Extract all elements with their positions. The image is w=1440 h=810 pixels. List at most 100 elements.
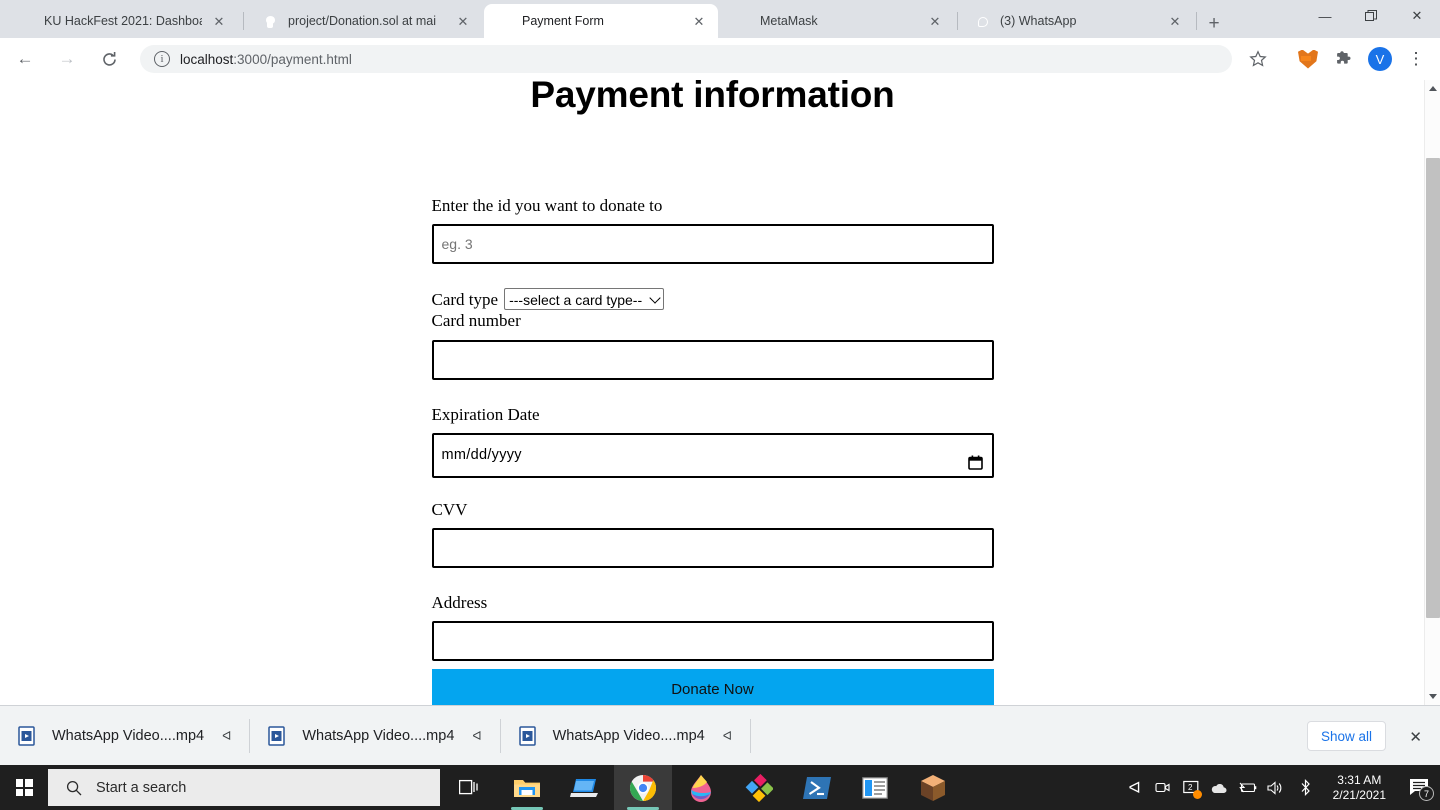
site-info-icon[interactable]: i <box>154 51 170 67</box>
minimize-button[interactable]: — <box>1302 0 1348 32</box>
taskbar-app-colorful-diamond[interactable] <box>730 765 788 810</box>
back-button[interactable]: ← <box>10 44 40 74</box>
chevron-up-icon[interactable]: ᐊ <box>222 729 231 743</box>
video-file-glyph <box>518 725 536 746</box>
taskbar-search-box[interactable]: Start a search <box>48 769 440 806</box>
tab-close-icon[interactable]: ✕ <box>1164 10 1186 32</box>
chevron-up-icon[interactable]: ᐊ <box>723 729 732 743</box>
card-number-input[interactable] <box>431 339 994 380</box>
volume-glyph <box>1267 780 1281 795</box>
cvv-input[interactable] <box>431 528 994 568</box>
address-bar[interactable]: i localhost:3000/payment.html <box>140 45 1232 73</box>
taskbar-app-google-chrome[interactable] <box>614 765 672 810</box>
close-window-button[interactable]: ✕ <box>1394 0 1440 32</box>
donate-id-input[interactable] <box>431 224 994 265</box>
calendar-icon[interactable] <box>967 455 983 470</box>
tray-chevron-up-icon[interactable]: ᐊ <box>1121 765 1149 810</box>
browser-tab-whatsapp[interactable]: (3) WhatsApp ✕ <box>962 4 1194 38</box>
chevron-up-icon[interactable]: ᐊ <box>472 729 481 743</box>
taskbar-app-file-explorer[interactable] <box>498 765 556 810</box>
system-tray: ᐊ 2 3:31 AM 2/21/2021 7 <box>1121 765 1440 810</box>
card-type-label: Card type <box>431 289 499 309</box>
screen-share-icon[interactable]: 2 <box>1177 765 1205 810</box>
tab-close-icon[interactable]: ✕ <box>688 10 710 32</box>
card-type-select-wrap[interactable]: ---select a card type-- <box>504 288 665 311</box>
url-text: localhost:3000/payment.html <box>180 52 352 67</box>
browser-tab-metamask[interactable]: MetaMask ✕ <box>722 4 954 38</box>
page-scrollbar[interactable] <box>1424 80 1440 705</box>
browser-tab-payment-form[interactable]: Payment Form ✕ <box>484 4 718 38</box>
task-view-button[interactable] <box>440 765 498 810</box>
tab-divider <box>1196 12 1197 30</box>
metamask-extension-icon[interactable] <box>1293 44 1323 74</box>
maximize-button[interactable] <box>1348 0 1394 32</box>
tab-divider <box>243 12 244 30</box>
clock-time: 3:31 AM <box>1337 772 1382 787</box>
browser-tab-github[interactable]: project/Donation.sol at mai ✕ <box>250 4 482 38</box>
whatsapp-icon <box>974 13 990 29</box>
show-all-downloads-button[interactable]: Show all <box>1306 721 1386 751</box>
tab-title: (3) WhatsApp <box>1000 14 1077 28</box>
windows-taskbar: Start a search ᐊ 2 3:31 AM 2/21/2021 7 <box>0 765 1440 810</box>
card-type-select[interactable]: ---select a card type-- <box>504 288 665 311</box>
page-viewport: Payment information Enter the id you wan… <box>0 80 1440 705</box>
taskbar-app-ganache-cube[interactable] <box>904 765 962 810</box>
powershell-icon <box>803 776 831 799</box>
file-explorer-icon <box>514 779 540 797</box>
blue-doc-icon <box>18 13 34 29</box>
card-number-label: Card number <box>431 311 521 331</box>
globe-icon <box>496 13 512 29</box>
close-downloads-bar-icon[interactable]: ✕ <box>1409 728 1422 746</box>
star-icon <box>1249 50 1267 67</box>
forward-button[interactable]: → <box>52 44 82 74</box>
download-filename: WhatsApp Video....mp4 <box>302 727 455 744</box>
tab-close-icon[interactable]: ✕ <box>452 10 474 32</box>
volume-icon[interactable] <box>1261 765 1289 810</box>
scrollbar-thumb[interactable] <box>1426 158 1440 618</box>
tab-close-icon[interactable]: ✕ <box>924 10 946 32</box>
page-title: Payment information <box>530 80 895 115</box>
cube-icon <box>921 774 945 801</box>
notifications-button[interactable]: 7 <box>1398 765 1440 810</box>
tab-title: MetaMask <box>760 14 818 28</box>
teardrop-icon <box>691 774 711 802</box>
taskbar-app-drupal-teardrop[interactable] <box>672 765 730 810</box>
video-file-icon <box>268 725 286 746</box>
download-item[interactable]: WhatsApp Video....mp4 ᐊ <box>250 706 499 766</box>
taskbar-app-windows-app[interactable] <box>846 765 904 810</box>
browser-window: KU HackFest 2021: Dashboa ✕ project/Dona… <box>0 0 1440 765</box>
tab-title: KU HackFest 2021: Dashboa <box>44 14 202 28</box>
scroll-up-button[interactable] <box>1425 80 1440 97</box>
download-item[interactable]: WhatsApp Video....mp4 ᐊ <box>501 706 750 766</box>
browser-menu-button[interactable]: ⋮ <box>1401 44 1431 74</box>
download-item[interactable]: WhatsApp Video....mp4 ᐊ <box>0 706 249 766</box>
url-host: localhost <box>180 51 234 67</box>
maximize-icon <box>1365 10 1377 21</box>
tab-close-icon[interactable]: ✕ <box>208 10 230 32</box>
taskbar-app-remote-desktop[interactable] <box>556 765 614 810</box>
cloud-glyph <box>1211 783 1227 793</box>
browser-toolbar: ← → i localhost:3000/payment.html V ⋮ <box>0 38 1440 80</box>
battery-icon[interactable] <box>1233 765 1261 810</box>
expiration-date-input[interactable]: mm/dd/yyyy <box>431 432 994 478</box>
bluetooth-icon[interactable] <box>1289 765 1323 810</box>
reload-button[interactable] <box>94 44 124 74</box>
clock-date: 2/21/2021 <box>1332 787 1386 802</box>
start-button[interactable] <box>0 765 48 810</box>
scroll-down-button[interactable] <box>1425 688 1440 705</box>
address-input[interactable] <box>431 621 994 662</box>
browser-tab-kuhackfest[interactable]: KU HackFest 2021: Dashboa ✕ <box>6 4 238 38</box>
camera-icon[interactable] <box>1149 765 1177 810</box>
camera-glyph <box>1155 782 1170 793</box>
new-tab-button[interactable]: + <box>1200 9 1228 37</box>
bookmark-star-icon[interactable] <box>1243 44 1273 74</box>
video-file-icon <box>518 725 536 746</box>
profile-avatar[interactable]: V <box>1365 44 1395 74</box>
url-path: :3000/payment.html <box>233 51 352 67</box>
taskbar-app-powershell[interactable] <box>788 765 846 810</box>
donate-now-button[interactable]: Donate Now <box>431 669 994 705</box>
battery-glyph <box>1238 782 1256 793</box>
onedrive-icon[interactable] <box>1205 765 1233 810</box>
taskbar-clock[interactable]: 3:31 AM 2/21/2021 <box>1333 773 1386 803</box>
extensions-puzzle-icon[interactable] <box>1329 44 1359 74</box>
